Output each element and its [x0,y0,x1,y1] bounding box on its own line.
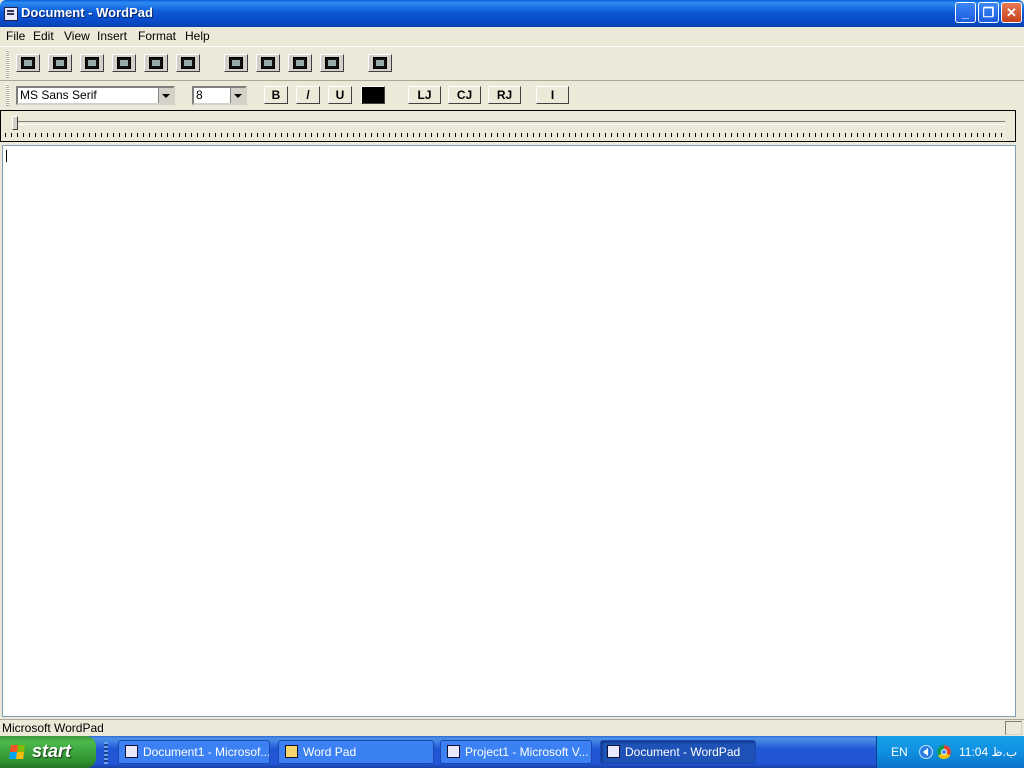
open-button[interactable] [48,54,72,72]
word-document-icon [125,745,138,758]
ruler-track [17,121,1005,125]
print-icon [117,57,131,69]
document-editor[interactable] [2,145,1016,717]
toolbar-grip[interactable] [6,50,9,78]
find-icon [181,57,195,69]
resize-grip[interactable] [1005,721,1022,735]
wordpad-app-icon[interactable] [4,7,18,21]
taskbar-grip[interactable] [104,742,108,764]
visual-basic-icon [447,745,460,758]
ruler[interactable] [0,110,1016,142]
menu-file[interactable]: File [6,29,25,43]
print-preview-button[interactable] [144,54,168,72]
cut-button[interactable] [224,54,248,72]
system-tray: EN 11:04 ب.ظ [876,736,1024,768]
chrome-icon[interactable] [937,745,951,759]
open-icon [53,57,67,69]
copy-button[interactable] [256,54,280,72]
font-name-select[interactable]: MS Sans Serif [16,86,175,105]
save-button[interactable] [80,54,104,72]
cut-icon [229,57,243,69]
format-toolbar-grip[interactable] [6,84,9,106]
standard-toolbar [0,46,1024,81]
font-name-value: MS Sans Serif [20,88,97,102]
new-button[interactable] [16,54,40,72]
bold-button[interactable]: B [264,86,288,104]
start-button[interactable]: start [0,736,96,768]
indent-marker[interactable] [12,116,18,130]
taskbar-item-project1[interactable]: Project1 - Microsoft V... [440,740,592,764]
menu-view[interactable]: View [64,29,90,43]
print-preview-icon [149,57,163,69]
chevron-down-icon[interactable] [158,88,173,103]
undo-button[interactable] [320,54,344,72]
font-size-select[interactable]: 8 [192,86,247,105]
status-text: Microsoft WordPad [2,721,104,735]
taskbar-item-label: Project1 - Microsoft V... [465,745,589,759]
copy-icon [261,57,275,69]
menu-format[interactable]: Format [138,29,176,43]
wordpad-icon [607,745,620,758]
taskbar-item-wordpad[interactable]: Document - WordPad [600,740,756,764]
clock[interactable]: 11:04 ب.ظ [959,745,1017,759]
bullet-button[interactable]: I [536,86,569,104]
show-hidden-icons-icon[interactable] [919,745,933,759]
insert-object-button[interactable] [368,54,392,72]
menu-edit[interactable]: Edit [33,29,54,43]
align-left-button[interactable]: LJ [408,86,441,104]
close-button[interactable]: ✕ [1001,2,1022,23]
insert-object-icon [373,57,387,69]
taskbar-item-word-pad-folder[interactable]: Word Pad [278,740,434,764]
chevron-down-icon[interactable] [230,88,245,103]
restore-button[interactable]: ❐ [978,2,999,23]
underline-button[interactable]: U [328,86,352,104]
font-size-value: 8 [196,88,203,102]
text-caret [6,150,7,162]
save-icon [85,57,99,69]
taskbar-item-label: Document1 - Microsof... [143,745,270,759]
window-edge [1016,142,1024,720]
title-bar: Document - WordPad _ ❐ ✕ [0,0,1024,27]
taskbar: start Document1 - Microsof... Word Pad P… [0,736,1024,768]
print-button[interactable] [112,54,136,72]
taskbar-item-label: Document - WordPad [625,745,741,759]
align-center-button[interactable]: CJ [448,86,481,104]
text-color-button[interactable] [361,86,385,104]
folder-icon [285,745,298,758]
new-icon [21,57,35,69]
minimize-button[interactable]: _ [955,2,976,23]
menu-bar: File Edit View Insert Format Help [0,27,1024,46]
menu-help[interactable]: Help [185,29,210,43]
find-button[interactable] [176,54,200,72]
language-indicator[interactable]: EN [891,745,908,759]
format-toolbar: MS Sans Serif 8 B / U LJ CJ RJ I [0,81,1024,109]
taskbar-item-document1[interactable]: Document1 - Microsof... [118,740,270,764]
ruler-ticks [5,133,1007,137]
paste-button[interactable] [288,54,312,72]
align-right-button[interactable]: RJ [488,86,521,104]
paste-icon [293,57,307,69]
windows-logo-icon [9,745,25,759]
italic-button[interactable]: / [296,86,320,104]
start-label: start [32,741,72,761]
window-title: Document - WordPad [21,5,153,20]
menu-insert[interactable]: Insert [97,29,127,43]
taskbar-item-label: Word Pad [303,745,357,759]
undo-icon [325,57,339,69]
status-bar: Microsoft WordPad [0,719,1024,736]
